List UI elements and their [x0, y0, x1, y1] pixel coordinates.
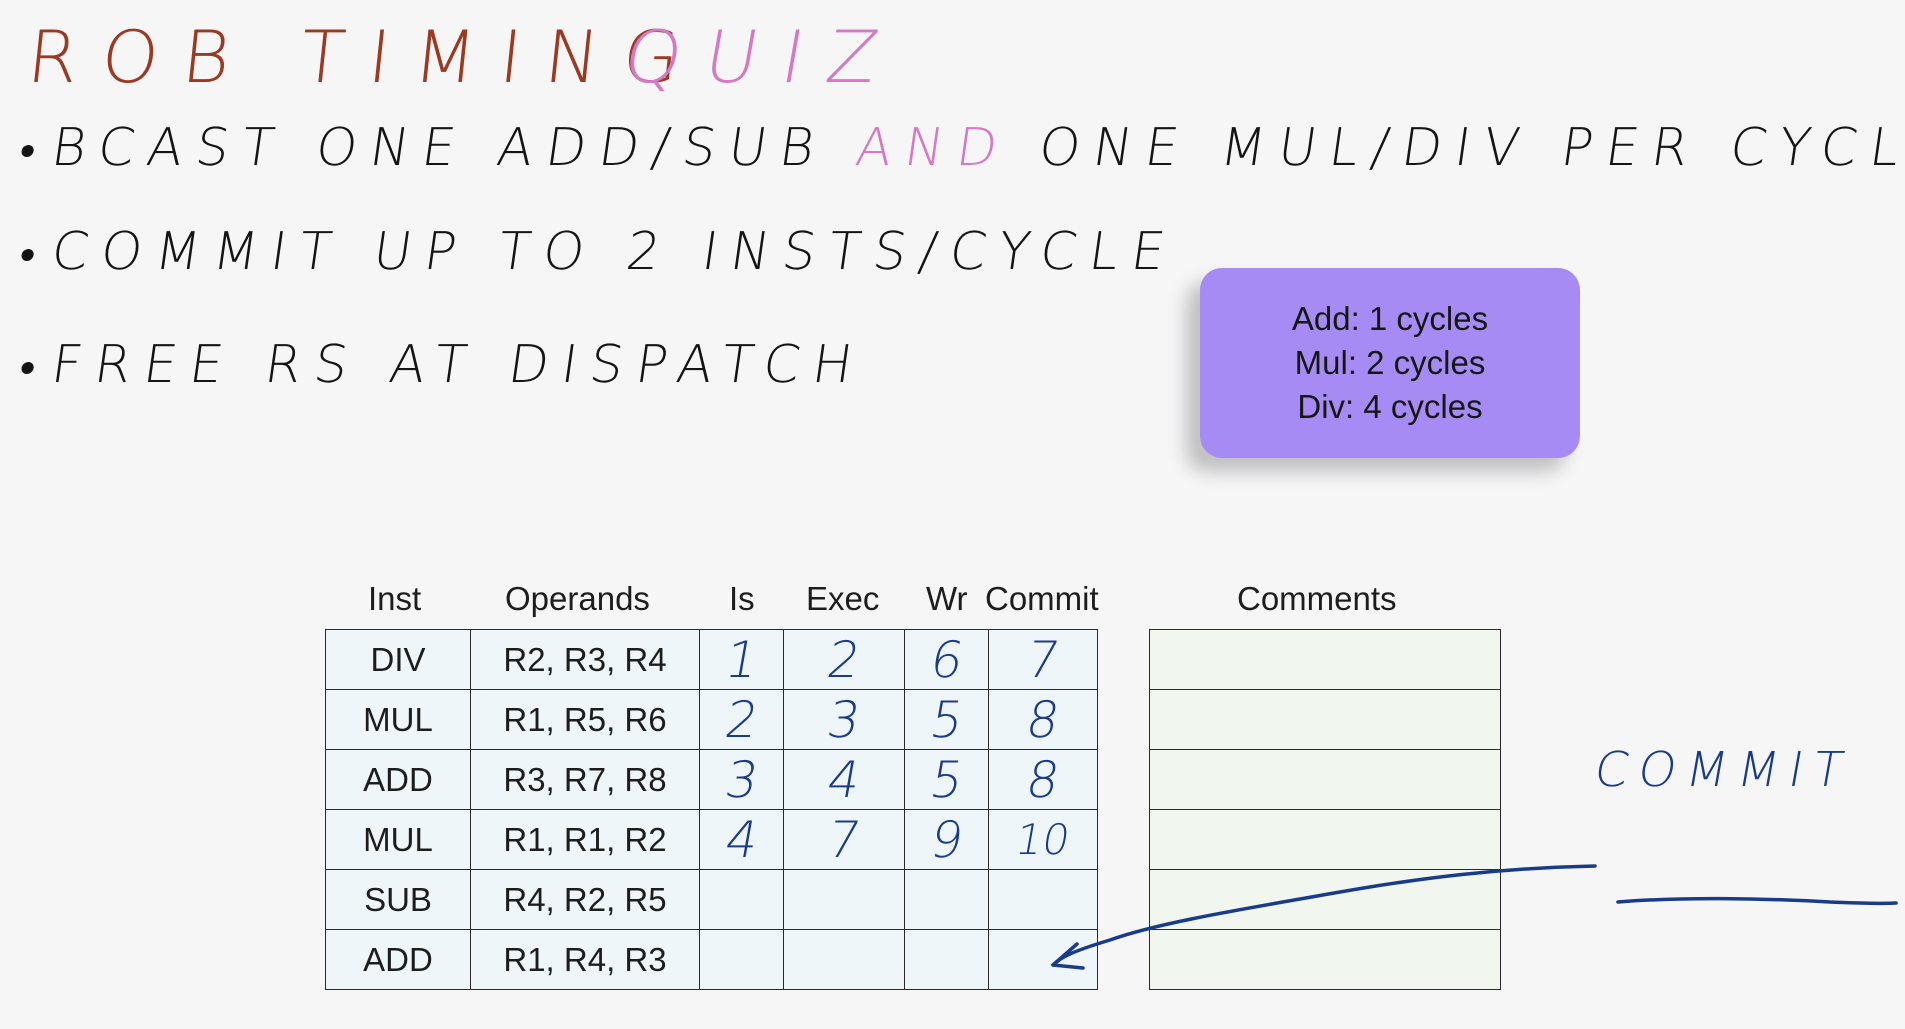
arrow-stroke: [1051, 864, 1597, 967]
underline-stroke: [1616, 896, 1898, 906]
ink-layer: [1051, 864, 1898, 970]
